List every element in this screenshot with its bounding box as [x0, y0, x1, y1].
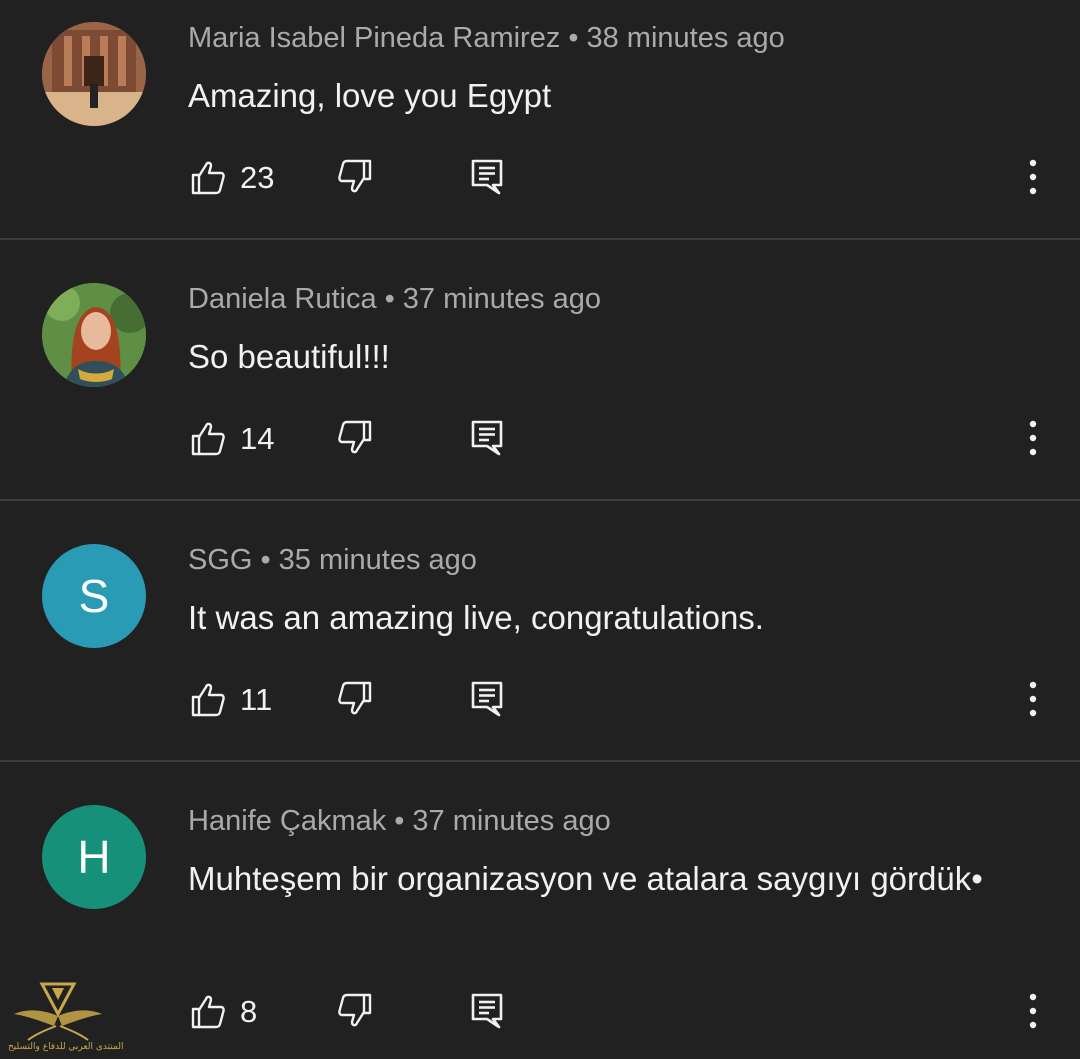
comment-text: Muhteşem bir organizasyon ve atalara say…	[188, 860, 983, 897]
thumb-down-icon	[338, 681, 372, 715]
divider	[0, 499, 1080, 501]
comment-text: Amazing, love you Egypt	[188, 77, 552, 114]
author-name[interactable]: Daniela Rutica	[188, 283, 377, 315]
shield-wings-icon	[14, 982, 102, 1041]
more-options-button[interactable]	[1020, 679, 1046, 719]
more-vert-icon	[1029, 420, 1037, 456]
watermark-text: المنتدى العربي للدفاع والتسليح	[8, 1042, 124, 1052]
reply-button[interactable]	[469, 991, 505, 1031]
thumb-up-icon	[191, 995, 225, 1029]
thumb-up-icon	[191, 422, 225, 456]
reply-icon	[471, 993, 503, 1029]
reply-icon	[471, 159, 503, 195]
reply-icon	[471, 681, 503, 717]
comment-text: So beautiful!!!	[188, 338, 390, 375]
comment-actions: 23	[0, 157, 1080, 197]
like-count: 11	[240, 682, 273, 717]
thumb-up-icon	[191, 683, 225, 717]
avatar-photo-petra	[42, 22, 146, 126]
more-vert-icon	[1029, 681, 1037, 717]
author-name[interactable]: SGG	[188, 544, 252, 576]
reply-icon	[471, 420, 503, 456]
like-button[interactable]	[190, 679, 226, 719]
separator-dot: •	[260, 544, 271, 576]
dislike-button[interactable]	[337, 157, 373, 197]
timestamp[interactable]: 37 minutes ago	[403, 283, 601, 315]
separator-dot: •	[384, 283, 395, 315]
thumb-down-icon	[338, 993, 372, 1027]
more-vert-icon	[1029, 159, 1037, 195]
reply-button[interactable]	[469, 679, 505, 719]
author-name[interactable]: Maria Isabel Pineda Ramirez	[188, 22, 560, 54]
more-options-button[interactable]	[1020, 991, 1046, 1031]
separator-dot: •	[394, 805, 405, 837]
like-button[interactable]	[190, 991, 226, 1031]
timestamp[interactable]: 37 minutes ago	[412, 805, 610, 837]
like-count: 23	[240, 160, 275, 195]
dislike-button[interactable]	[337, 418, 373, 458]
comment-actions: 8	[0, 991, 1080, 1031]
like-button[interactable]	[190, 418, 226, 458]
divider	[0, 760, 1080, 762]
avatar-photo-portrait	[42, 283, 146, 387]
comment-meta: Hanife Çakmak • 37 minutes ago	[188, 805, 611, 838]
like-count: 14	[240, 421, 275, 456]
more-vert-icon	[1029, 993, 1037, 1029]
comment-actions: 11	[0, 679, 1080, 719]
separator-dot: •	[568, 22, 579, 54]
avatar-letter: H	[77, 831, 111, 883]
comment-meta: Maria Isabel Pineda Ramirez • 38 minutes a…	[188, 22, 785, 55]
timestamp[interactable]: 35 minutes ago	[279, 544, 477, 576]
avatar[interactable]	[42, 283, 146, 387]
thumb-down-icon	[338, 159, 372, 193]
more-options-button[interactable]	[1020, 157, 1046, 197]
avatar[interactable]	[42, 22, 146, 126]
divider	[0, 238, 1080, 240]
avatar-letter: S	[78, 570, 110, 622]
thumb-down-icon	[338, 420, 372, 454]
dislike-button[interactable]	[337, 679, 373, 719]
thumb-up-icon	[191, 161, 225, 195]
watermark-logo: المنتدى العربي للدفاع والتسليح	[8, 980, 123, 1059]
comment-text: It was an amazing live, congratulations.	[188, 599, 764, 636]
timestamp[interactable]: 38 minutes ago	[586, 22, 784, 54]
more-options-button[interactable]	[1020, 418, 1046, 458]
avatar[interactable]: S	[42, 544, 146, 648]
dislike-button[interactable]	[337, 991, 373, 1031]
like-count: 8	[240, 994, 258, 1029]
reply-button[interactable]	[469, 418, 505, 458]
author-name[interactable]: Hanife Çakmak	[188, 805, 386, 837]
comment-actions: 14	[0, 418, 1080, 458]
comment-meta: Daniela Rutica • 37 minutes ago	[188, 283, 601, 316]
reply-button[interactable]	[469, 157, 505, 197]
comment-meta: SGG • 35 minutes ago	[188, 544, 477, 577]
avatar[interactable]: H	[42, 805, 146, 909]
like-button[interactable]	[190, 157, 226, 197]
